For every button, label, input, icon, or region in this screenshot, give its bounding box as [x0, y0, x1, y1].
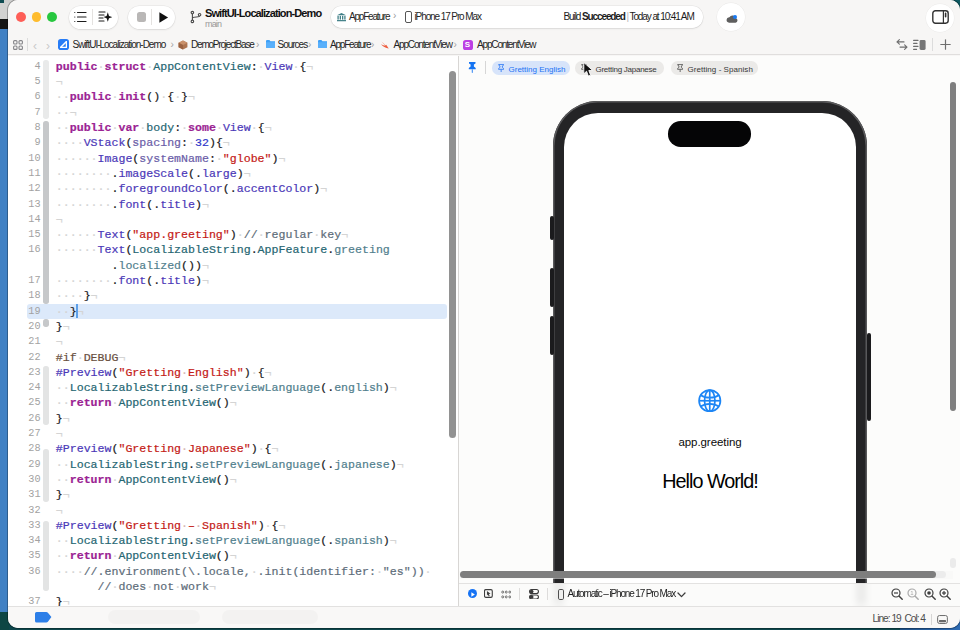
svg-text:1: 1 — [910, 590, 914, 596]
